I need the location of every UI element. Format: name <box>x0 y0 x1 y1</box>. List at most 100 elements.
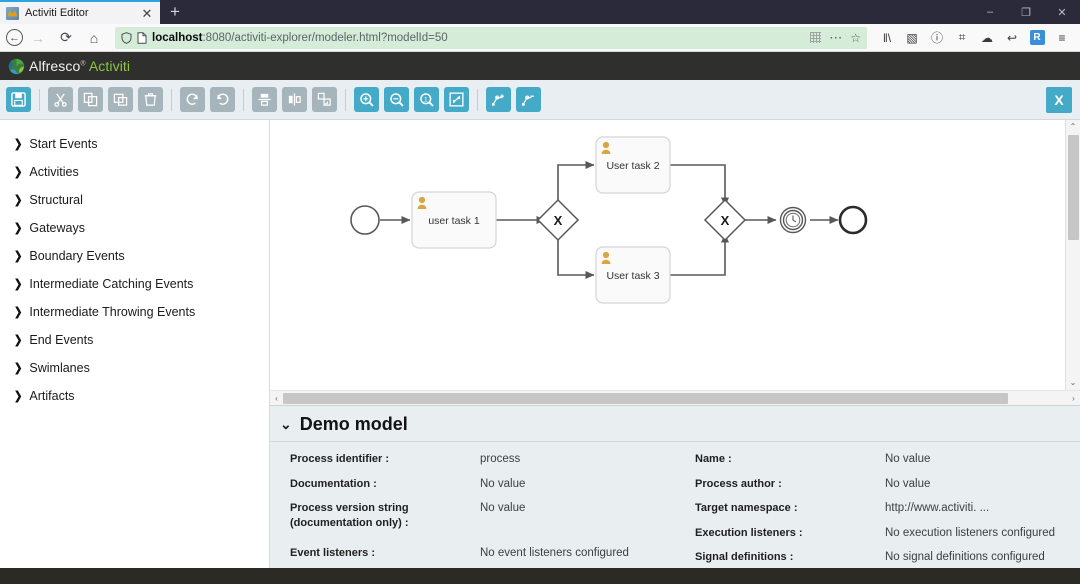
property-value[interactable]: process <box>480 452 520 468</box>
activiti-favicon-icon <box>6 6 19 20</box>
zoom-out-button[interactable] <box>384 87 409 112</box>
property-value[interactable]: No value <box>885 477 930 493</box>
scroll-up-icon[interactable]: ⌃ <box>1070 120 1077 134</box>
browser-tab[interactable]: Activiti Editor ✕ <box>0 0 160 24</box>
zoom-out-icon <box>389 92 404 107</box>
property-value[interactable]: No event listeners configured <box>480 546 629 562</box>
remove-bendpoint-button[interactable] <box>516 87 541 112</box>
back-icon[interactable]: ← <box>6 29 23 46</box>
canvas-horizontal-scrollbar[interactable]: ‹ › <box>270 390 1080 405</box>
zoom-actual-button[interactable]: 1 <box>414 87 439 112</box>
brand-activiti: Activiti <box>88 58 131 74</box>
user-task-1-node[interactable]: user task 1 <box>411 191 497 249</box>
new-tab-button[interactable]: + <box>160 0 190 24</box>
align-vertical-icon <box>258 93 271 106</box>
flow-split-to-task3 <box>557 234 595 279</box>
intermediate-timer-event-node[interactable] <box>779 206 807 234</box>
reader-view-icon[interactable] <box>810 32 822 43</box>
palette-group-start-events[interactable]: ❯ Start Events <box>0 130 269 158</box>
zoom-in-icon <box>359 92 374 107</box>
address-bar[interactable]: localhost:8080/activiti-explorer/modeler… <box>115 26 867 49</box>
align-horizontal-button[interactable] <box>282 87 307 112</box>
menu-icon[interactable]: ≡ <box>1050 27 1074 49</box>
palette-item-label: Boundary Events <box>29 249 125 263</box>
scroll-left-icon[interactable]: ‹ <box>270 394 283 403</box>
forward-icon[interactable]: → <box>25 26 51 50</box>
property-row: Event listeners : No event listeners con… <box>290 546 663 562</box>
palette-group-boundary-events[interactable]: ❯ Boundary Events <box>0 242 269 270</box>
zoom-in-button[interactable] <box>354 87 379 112</box>
flow-task2-to-join <box>670 164 729 207</box>
screenshot-icon[interactable]: ⌗ <box>950 27 974 49</box>
window-close-icon[interactable]: ✕ <box>1044 0 1080 24</box>
palette-group-artifacts[interactable]: ❯ Artifacts <box>0 382 269 410</box>
align-horizontal-icon <box>288 93 301 106</box>
save-button[interactable] <box>6 87 31 112</box>
r-extension-badge[interactable]: R <box>1025 27 1049 49</box>
undo-button[interactable] <box>210 87 235 112</box>
bpmn-canvas[interactable]: user task 1 X User task 2 User task 3 X <box>270 120 1065 390</box>
palette-group-structural[interactable]: ❯ Structural <box>0 186 269 214</box>
url-text: localhost:8080/activiti-explorer/modeler… <box>152 32 805 44</box>
redo-button[interactable] <box>180 87 205 112</box>
zoom-fit-button[interactable] <box>444 87 469 112</box>
cut-button[interactable] <box>48 87 73 112</box>
palette-item-label: Start Events <box>29 137 98 151</box>
palette-item-label: Structural <box>29 193 83 207</box>
palette-item-label: End Events <box>29 333 94 347</box>
palette-item-label: Activities <box>29 165 79 179</box>
home-icon[interactable]: ⌂ <box>81 26 107 50</box>
statusbar <box>0 568 1080 584</box>
page-actions-icon[interactable]: ⋯ <box>829 30 842 46</box>
properties-body: Process identifier : process Documentati… <box>270 442 1080 568</box>
exclusive-gateway-join-node[interactable]: X <box>703 198 747 242</box>
browser-window: Activiti Editor ✕ + – ❐ ✕ ← → ⟳ ⌂ localh… <box>0 0 1080 584</box>
scroll-down-icon[interactable]: ⌄ <box>1070 376 1077 390</box>
properties-header[interactable]: ⌄ Demo model <box>270 406 1080 442</box>
library-icon[interactable]: ‖\ <box>875 27 899 49</box>
property-value[interactable]: No value <box>885 452 930 468</box>
palette-group-swimlanes[interactable]: ❯ Swimlanes <box>0 354 269 382</box>
property-value[interactable]: http://www.activiti. ... <box>885 501 989 517</box>
delete-button[interactable] <box>138 87 163 112</box>
property-value[interactable]: No execution listeners configured <box>885 526 1055 542</box>
horizontal-scroll-thumb[interactable] <box>283 393 1008 404</box>
end-event-node[interactable] <box>838 205 868 235</box>
account-icon[interactable]: ⓘ <box>925 27 949 49</box>
address-bar-actions: ⋯ ☆ <box>810 30 861 46</box>
undo-icon[interactable]: ↩ <box>1000 27 1024 49</box>
exclusive-gateway-split-node[interactable]: X <box>536 198 580 242</box>
canvas-vertical-scrollbar[interactable]: ⌃ ⌄ <box>1065 120 1080 390</box>
palette-group-gateways[interactable]: ❯ Gateways <box>0 214 269 242</box>
user-task-3-node[interactable]: User task 3 <box>595 246 671 304</box>
scroll-right-icon[interactable]: › <box>1067 394 1080 403</box>
property-value[interactable]: No value <box>480 501 525 517</box>
vertical-scroll-thumb[interactable] <box>1068 135 1079 240</box>
model-title: Demo model <box>299 414 408 434</box>
palette-group-intermediate-catching-events[interactable]: ❯ Intermediate Catching Events <box>0 270 269 298</box>
palette-group-intermediate-throwing-events[interactable]: ❯ Intermediate Throwing Events <box>0 298 269 326</box>
chat-icon[interactable]: ☁ <box>975 27 999 49</box>
minimize-icon[interactable]: – <box>972 0 1008 24</box>
palette-item-label: Intermediate Throwing Events <box>29 305 196 319</box>
palette-group-activities[interactable]: ❯ Activities <box>0 158 269 186</box>
chevron-right-icon: ❯ <box>14 193 23 207</box>
palette-group-end-events[interactable]: ❯ End Events <box>0 326 269 354</box>
add-bendpoint-button[interactable] <box>486 87 511 112</box>
reload-icon[interactable]: ⟳ <box>53 26 79 50</box>
flow-task3-to-join <box>670 233 729 276</box>
copy-button[interactable] <box>78 87 103 112</box>
maximize-icon[interactable]: ❐ <box>1008 0 1044 24</box>
close-editor-button[interactable]: X <box>1046 86 1072 113</box>
start-event-node[interactable] <box>350 205 380 235</box>
bookmark-star-icon[interactable]: ☆ <box>850 31 861 45</box>
same-size-button[interactable] <box>312 87 337 112</box>
paste-button[interactable] <box>108 87 133 112</box>
property-value[interactable]: No signal definitions configured <box>885 550 1045 566</box>
user-task-3-label: User task 3 <box>606 270 659 282</box>
user-task-2-node[interactable]: User task 2 <box>595 136 671 194</box>
align-vertical-button[interactable] <box>252 87 277 112</box>
sidebar-icon[interactable]: ▧ <box>900 27 924 49</box>
property-value[interactable]: No value <box>480 477 525 493</box>
tab-close-icon[interactable]: ✕ <box>140 7 154 20</box>
